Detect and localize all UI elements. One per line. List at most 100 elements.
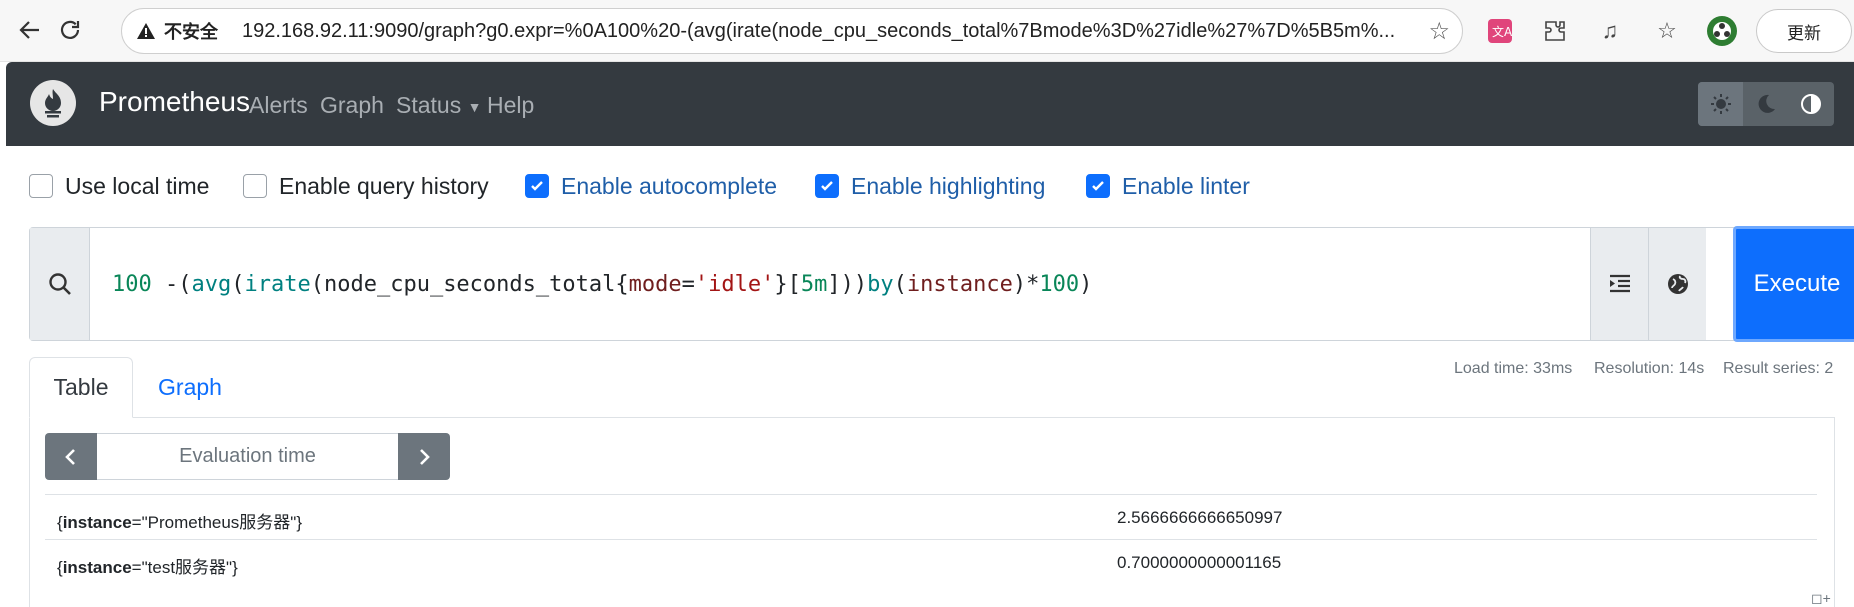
auto-theme-button[interactable] xyxy=(1789,82,1834,126)
media-control-icon[interactable]: ♫ xyxy=(1593,14,1627,48)
add-panel-icon[interactable]: ◻+ xyxy=(1811,590,1831,607)
nav-status-label: Status xyxy=(396,92,462,118)
execute-button[interactable]: Execute xyxy=(1733,226,1854,342)
expr-token: ])) xyxy=(827,272,868,297)
svg-text:文A: 文A xyxy=(1492,24,1513,39)
sun-icon xyxy=(1710,94,1731,114)
expr-token: )* xyxy=(1012,272,1040,297)
format-expression-button[interactable] xyxy=(1590,228,1648,340)
chevron-right-icon xyxy=(420,448,430,465)
expr-token: instance xyxy=(906,272,1013,297)
result-series: Result series: 2 xyxy=(1723,360,1834,377)
insecure-label[interactable]: 不安全 xyxy=(164,18,218,44)
url-text[interactable]: 192.168.92.11:9090/graph?g0.expr=%0A100%… xyxy=(242,20,1412,43)
option-label: Use local time xyxy=(65,172,210,199)
option-enable-highlighting[interactable]: Enable highlighting xyxy=(815,172,1045,200)
option-enable-autocomplete[interactable]: Enable autocomplete xyxy=(525,172,777,200)
option-enable-query-history[interactable]: Enable query history xyxy=(243,172,489,200)
evaluation-time-control: Evaluation time xyxy=(45,433,450,480)
checkmark-icon xyxy=(821,181,833,191)
prometheus-logo-icon[interactable] xyxy=(30,80,76,126)
tab-graph[interactable]: Graph xyxy=(158,357,222,418)
extensions-icon[interactable] xyxy=(1538,14,1572,48)
contrast-icon xyxy=(1801,94,1822,114)
checkbox-checked[interactable] xyxy=(815,174,839,198)
nav-alerts[interactable]: Alerts xyxy=(249,92,308,119)
nav-help[interactable]: Help xyxy=(487,92,534,119)
expr-token: irate xyxy=(244,272,311,297)
series-labels: {instance="test服务器"} xyxy=(57,558,238,577)
brand-title[interactable]: Prometheus xyxy=(99,86,250,118)
load-time: Load time: 33ms xyxy=(1454,360,1573,377)
nav-status[interactable]: Status ▼ xyxy=(396,92,481,119)
globe-icon xyxy=(1667,274,1688,294)
expr-token: 100 xyxy=(112,272,152,297)
checkbox-checked[interactable] xyxy=(1086,174,1110,198)
expr-token: 5m xyxy=(800,272,828,297)
expr-token: 'idle' xyxy=(694,272,775,297)
light-theme-button[interactable] xyxy=(1698,82,1744,126)
table-row: {instance="test服务器"} 0.7000000000001165 xyxy=(45,539,1817,584)
option-use-local-time[interactable]: Use local time xyxy=(29,172,209,200)
results-table: {instance="Prometheus服务器"} 2.56666666666… xyxy=(45,494,1817,584)
expr-token: ) xyxy=(1079,272,1093,297)
search-icon xyxy=(30,228,90,340)
eval-time-prev-button[interactable] xyxy=(45,433,97,480)
reload-button[interactable] xyxy=(52,12,88,48)
update-button[interactable]: 更新 xyxy=(1756,9,1852,53)
label-key: instance xyxy=(62,513,132,532)
checkbox[interactable] xyxy=(29,174,53,198)
label-key: instance xyxy=(62,558,132,577)
eval-time-next-button[interactable] xyxy=(398,433,450,480)
checkbox-checked[interactable] xyxy=(525,174,549,198)
tab-table[interactable]: Table xyxy=(29,357,133,418)
table-row: {instance="Prometheus服务器"} 2.56666666666… xyxy=(45,494,1817,539)
favorite-star-icon[interactable]: ☆ xyxy=(1428,17,1450,46)
dark-theme-button[interactable] xyxy=(1743,82,1788,126)
expr-token: -( xyxy=(151,272,192,297)
translate-icon[interactable]: 文A xyxy=(1483,14,1517,48)
indent-icon xyxy=(1609,274,1630,293)
expr-token: = xyxy=(681,272,695,297)
address-bar[interactable]: 不安全 192.168.92.11:9090/graph?g0.expr=%0A… xyxy=(121,8,1463,54)
expr-token: mode xyxy=(628,272,682,297)
series-value: 0.7000000000001165 xyxy=(1117,553,1282,572)
back-button[interactable] xyxy=(12,12,48,48)
expr-token: { xyxy=(615,272,629,297)
series-value: 2.5666666666650997 xyxy=(1117,508,1283,527)
label-value: "test服务器" xyxy=(141,558,233,577)
navbar: Prometheus Alerts Graph Status ▼ Help xyxy=(6,62,1854,146)
expr-token: ( xyxy=(310,272,324,297)
expr-token: node_cpu_seconds_total xyxy=(323,272,616,297)
expr-token: avg xyxy=(191,272,232,297)
expr-token: ( xyxy=(893,272,907,297)
evaluation-time-input[interactable]: Evaluation time xyxy=(97,433,398,480)
expr-token: by xyxy=(867,272,894,297)
profile-avatar[interactable] xyxy=(1705,14,1739,48)
chevron-left-icon xyxy=(65,448,75,465)
expr-token: }[ xyxy=(774,272,801,297)
option-label: Enable highlighting xyxy=(851,172,1046,199)
warning-icon xyxy=(136,21,156,41)
caret-down-icon: ▼ xyxy=(467,98,482,115)
option-label: Enable query history xyxy=(279,172,489,199)
checkbox[interactable] xyxy=(243,174,267,198)
option-label: Enable linter xyxy=(1122,172,1250,199)
label-value: "Prometheus服务器" xyxy=(141,513,297,532)
option-enable-linter[interactable]: Enable linter xyxy=(1086,172,1250,200)
reload-icon xyxy=(60,20,80,39)
browser-toolbar: 不安全 192.168.92.11:9090/graph?g0.expr=%0A… xyxy=(0,0,1854,62)
moon-icon xyxy=(1758,94,1775,113)
checkmark-icon xyxy=(1092,181,1104,191)
expr-token: ( xyxy=(231,272,245,297)
option-label: Enable autocomplete xyxy=(561,172,778,199)
series-labels: {instance="Prometheus服务器"} xyxy=(57,513,303,532)
nav-graph[interactable]: Graph xyxy=(320,92,384,119)
expression-editor[interactable]: 100 -(avg(irate(node_cpu_seconds_total{m… xyxy=(112,272,1092,297)
metrics-explorer-button[interactable] xyxy=(1648,228,1706,340)
favorites-icon[interactable]: ☆ xyxy=(1650,14,1684,48)
expression-input-group: 100 -(avg(irate(node_cpu_seconds_total{m… xyxy=(29,226,1854,342)
expr-token: 100 xyxy=(1039,272,1080,297)
checkmark-icon xyxy=(531,181,543,191)
theme-toggle-group xyxy=(1698,82,1834,126)
